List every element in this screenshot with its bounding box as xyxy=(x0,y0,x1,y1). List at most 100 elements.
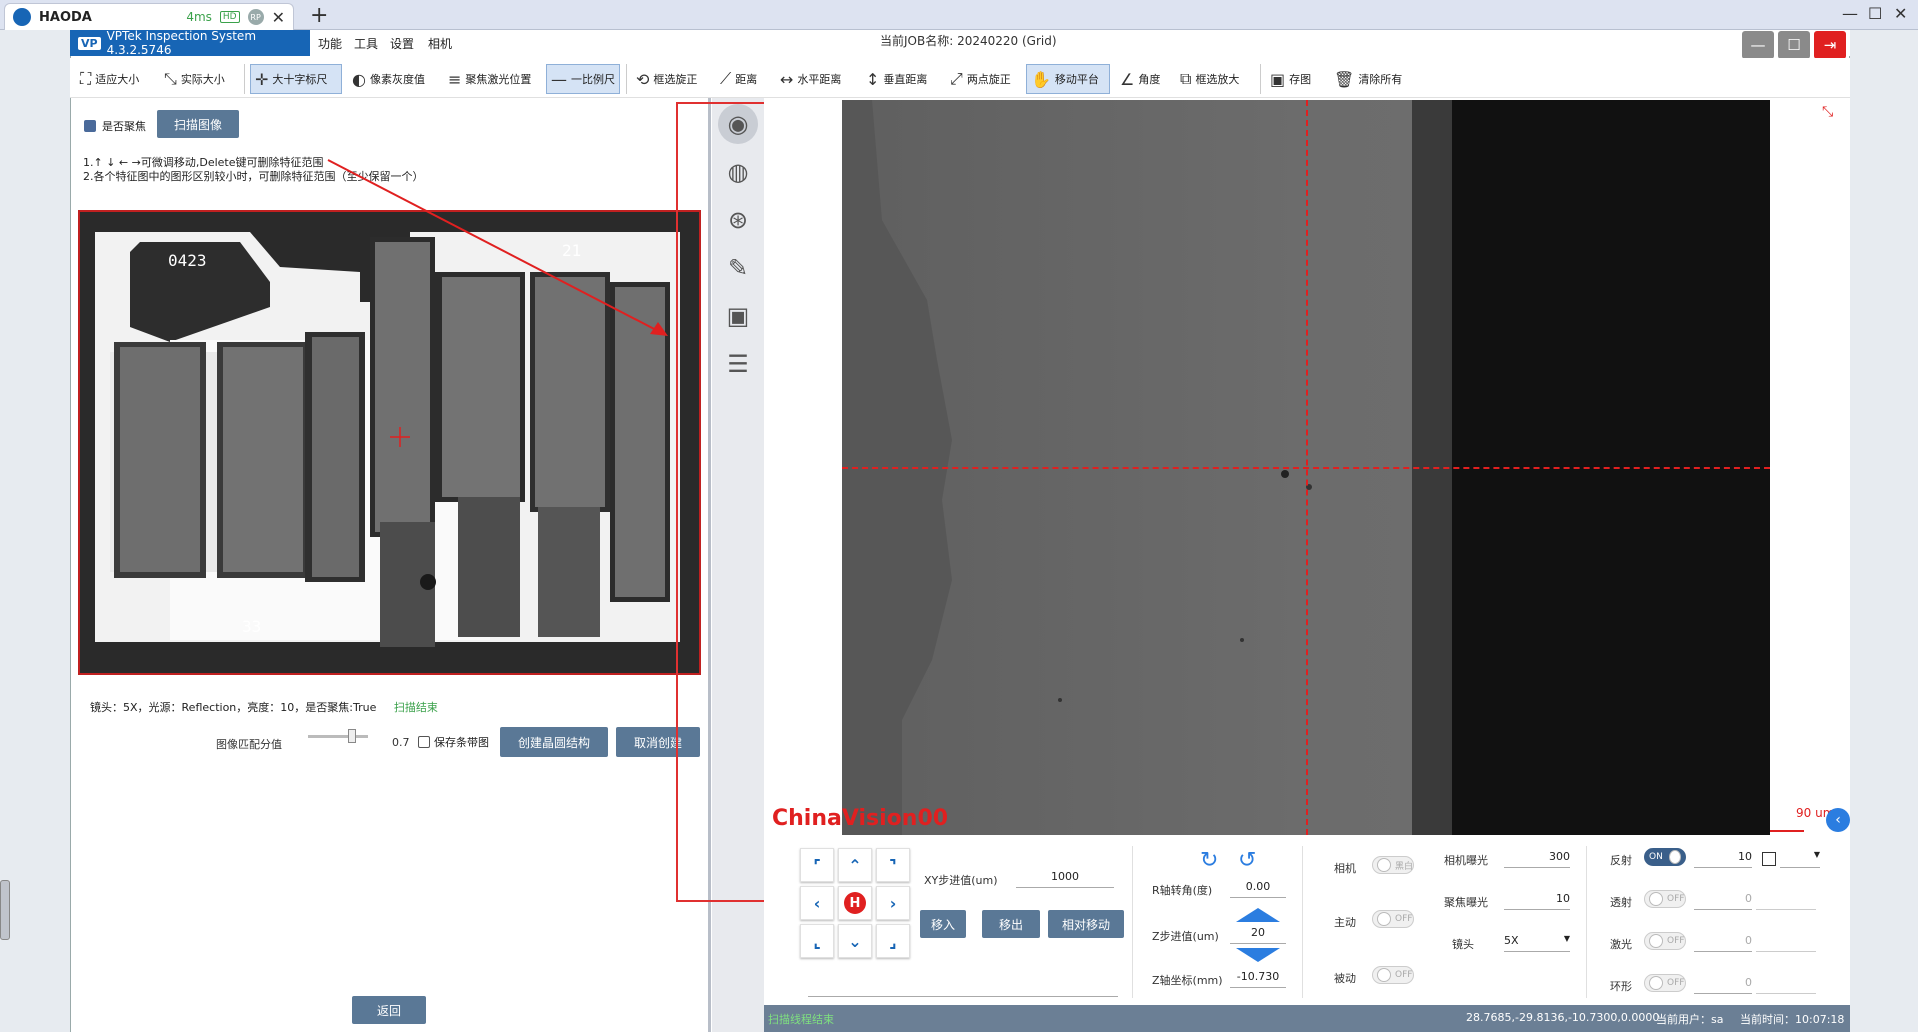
z-up-button[interactable] xyxy=(1236,908,1280,922)
laser-toggle[interactable]: OFF xyxy=(1644,932,1686,950)
box-rotate-icon: ⟲ xyxy=(636,69,650,89)
lens-value: 5X xyxy=(1504,934,1519,947)
tool-actual-size[interactable]: ⤡ 实际大小 xyxy=(160,64,229,94)
z-step-input[interactable]: 20 xyxy=(1230,926,1286,944)
tool-vertical-distance[interactable]: ↕ 垂直距离 xyxy=(862,64,931,94)
move-up-left-button[interactable]: ⌜ xyxy=(800,848,834,882)
active-label: 主动 xyxy=(1334,916,1356,929)
menu-tools[interactable]: 工具 xyxy=(354,35,378,52)
trans-toggle[interactable]: OFF xyxy=(1644,890,1686,908)
tool-label: 框选放大 xyxy=(1195,73,1240,86)
z-down-button[interactable] xyxy=(1236,948,1280,962)
maximize-window-button[interactable]: ☐ xyxy=(1868,4,1882,23)
job-name: 当前JOB名称: 20240220 (Grid) xyxy=(880,34,1057,48)
tool-scale-bar[interactable]: — 一比例尺 xyxy=(546,64,620,94)
rotate-ccw-icon[interactable]: ↺ xyxy=(1238,848,1256,873)
focus-label: 是否聚焦 xyxy=(102,120,146,133)
camera-label: 相机 xyxy=(1334,862,1356,875)
tool-fit-size[interactable]: ⛶ 适应大小 xyxy=(76,64,143,94)
relative-move-button[interactable]: 相对移动 xyxy=(1048,910,1124,938)
create-wafer-structure-button[interactable]: 创建晶圆结构 xyxy=(500,727,608,757)
reflect-color-dropdown[interactable]: ▼ xyxy=(1780,850,1820,868)
toggle-knob xyxy=(1377,912,1391,926)
browser-tab[interactable]: HAODA 4ms HD RP ✕ xyxy=(4,3,294,30)
menu-function[interactable]: 功能 xyxy=(318,35,342,52)
move-out-button[interactable]: 移出 xyxy=(982,910,1040,938)
expand-panel-icon[interactable]: ‹ xyxy=(1826,808,1850,832)
z-coord-label: Z轴坐标(mm) xyxy=(1152,974,1223,987)
move-down-left-button[interactable]: ⌞ xyxy=(800,924,834,958)
focus-exposure-input[interactable]: 10 xyxy=(1504,892,1570,910)
tool-clear-all[interactable]: 🗑 清除所有 xyxy=(1330,64,1406,94)
move-down-button[interactable]: ⌄ xyxy=(838,924,872,958)
move-down-right-button[interactable]: ⌟ xyxy=(876,924,910,958)
crosshair-horizontal-line xyxy=(842,467,1770,469)
home-button[interactable]: H xyxy=(838,886,872,920)
laser-input[interactable]: 0 xyxy=(1694,934,1752,952)
tool-angle[interactable]: ∠ 角度 xyxy=(1116,64,1164,94)
focus-checkbox-row[interactable]: 是否聚焦 xyxy=(84,118,146,134)
match-score-slider-knob[interactable] xyxy=(348,729,356,743)
move-left-button[interactable]: ‹ xyxy=(800,886,834,920)
save-strip-row[interactable]: 保存条带图 xyxy=(418,734,489,750)
tool-two-point-rotate[interactable]: ⤢ 两点旋正 xyxy=(946,64,1015,94)
close-window-button[interactable]: ✕ xyxy=(1894,4,1907,23)
image-icon: ▣ xyxy=(1270,69,1286,89)
trans-dropdown[interactable] xyxy=(1756,892,1816,910)
lens-select[interactable]: 5X ▼ xyxy=(1504,934,1570,952)
tab-close-icon[interactable]: ✕ xyxy=(272,8,285,27)
r-angle-input[interactable]: 0.00 xyxy=(1230,880,1286,898)
move-up-button[interactable]: ⌃ xyxy=(838,848,872,882)
camera-exposure-input[interactable]: 300 xyxy=(1504,850,1570,868)
menu-camera[interactable]: 相机 xyxy=(428,35,452,52)
laser-icon: ≡ xyxy=(448,69,462,89)
reflect-color-box[interactable] xyxy=(1762,852,1776,866)
side-drag-handle[interactable] xyxy=(0,880,10,940)
app-maximize-button[interactable]: ☐ xyxy=(1778,31,1810,59)
tool-focus-laser[interactable]: ≡ 聚焦激光位置 xyxy=(444,64,535,94)
xy-step-input[interactable]: 1000 xyxy=(1016,870,1114,888)
distance-icon: ⟋ xyxy=(720,69,732,88)
tool-box-rotate[interactable]: ⟲ 框选旋正 xyxy=(632,64,701,94)
tool-crosshair-ruler[interactable]: ✛ 大十字标尺 xyxy=(250,64,342,94)
new-tab-button[interactable]: + xyxy=(310,3,328,28)
menu-settings[interactable]: 设置 xyxy=(390,35,414,52)
rotate-cw-icon[interactable]: ↻ xyxy=(1200,848,1218,873)
ring-dropdown[interactable] xyxy=(1756,976,1816,994)
app-exit-button[interactable]: ⇥ xyxy=(1814,31,1846,59)
match-score-label: 图像匹配分值 xyxy=(216,738,282,751)
back-button[interactable]: 返回 xyxy=(352,996,426,1024)
tool-horizontal-distance[interactable]: ↔ 水平距离 xyxy=(776,64,845,94)
laser-dropdown[interactable] xyxy=(1756,934,1816,952)
toggle-text: ON xyxy=(1649,852,1663,862)
tool-box-zoom[interactable]: ⧉ 框选放大 xyxy=(1176,64,1243,94)
move-up-right-button[interactable]: ⌝ xyxy=(876,848,910,882)
reflect-toggle[interactable]: ON xyxy=(1644,848,1686,866)
save-strip-checkbox[interactable] xyxy=(418,736,430,748)
tool-pixel-gray[interactable]: ◐ 像素灰度值 xyxy=(348,64,429,94)
minimize-window-button[interactable]: — xyxy=(1842,4,1858,23)
chevron-down-icon: ▼ xyxy=(1813,850,1820,859)
move-right-button[interactable]: › xyxy=(876,886,910,920)
passive-toggle[interactable]: OFF xyxy=(1372,966,1414,984)
focus-checkbox[interactable] xyxy=(84,120,96,132)
active-toggle[interactable]: OFF xyxy=(1372,910,1414,928)
ring-label: 环形 xyxy=(1610,980,1632,993)
trash-icon: 🗑 xyxy=(1334,69,1355,89)
tool-move-stage[interactable]: ✋ 移动平台 xyxy=(1026,64,1110,94)
camera-mode-toggle[interactable]: 黑白 xyxy=(1372,856,1414,874)
ring-input[interactable]: 0 xyxy=(1694,976,1752,994)
match-score-slider-track[interactable] xyxy=(308,735,368,738)
collapse-view-icon[interactable]: ⤡ xyxy=(1822,104,1833,120)
ring-toggle[interactable]: OFF xyxy=(1644,974,1686,992)
tool-save-image[interactable]: ▣ 存图 xyxy=(1266,64,1315,94)
tool-distance[interactable]: ⟋ 距离 xyxy=(716,64,761,94)
vp-logo: VP xyxy=(78,36,101,50)
trans-input[interactable]: 0 xyxy=(1694,892,1752,910)
reflect-input[interactable]: 10 xyxy=(1694,850,1752,868)
app-minimize-button[interactable]: — xyxy=(1742,31,1774,59)
scan-image-button[interactable]: 扫描图像 xyxy=(157,110,239,138)
panel-separator xyxy=(1586,846,1587,998)
move-in-button[interactable]: 移入 xyxy=(920,910,966,938)
chevron-down-icon: ▼ xyxy=(1563,934,1570,943)
